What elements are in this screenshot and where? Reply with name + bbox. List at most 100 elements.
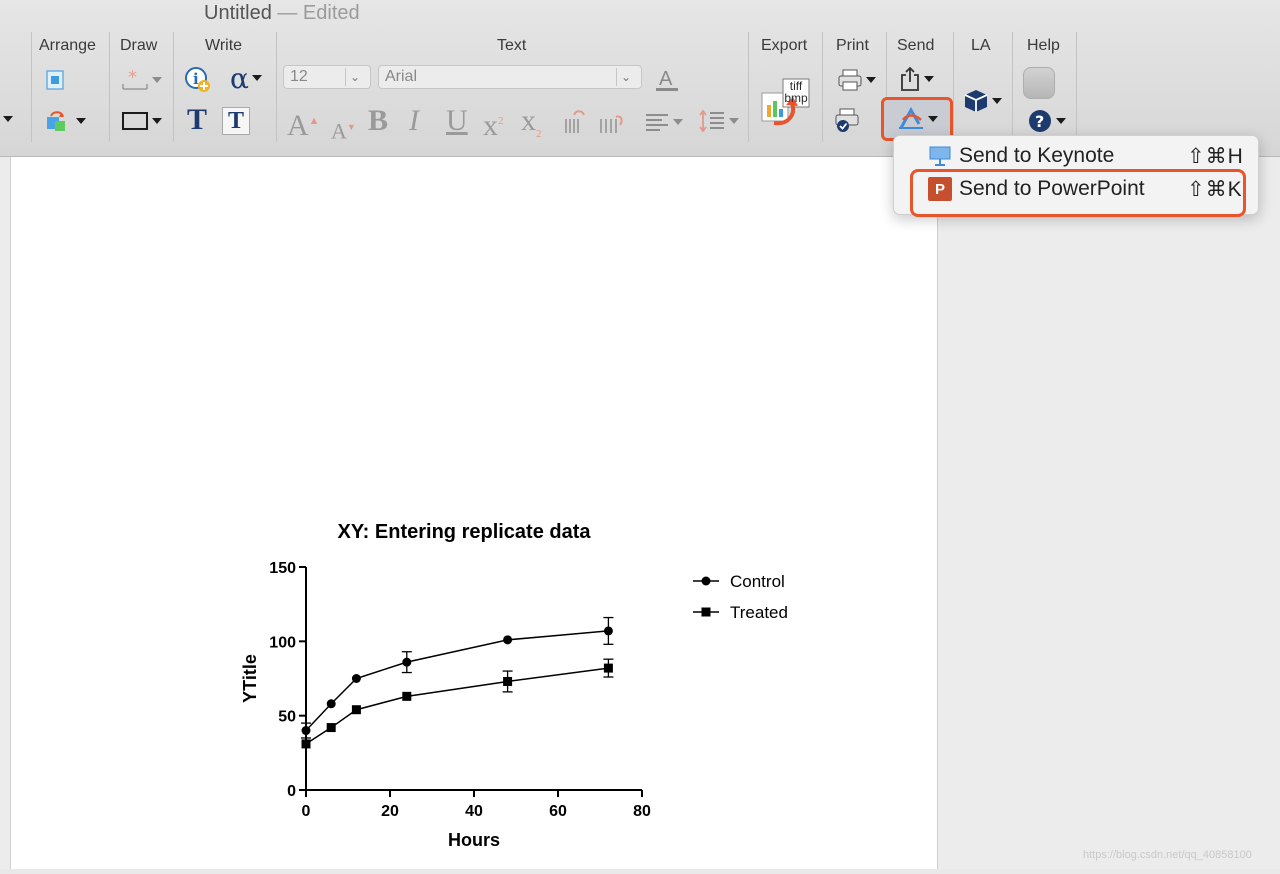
align-button[interactable] — [639, 110, 687, 134]
data-point-treated — [351, 705, 361, 715]
italic-button[interactable]: I — [409, 104, 419, 138]
divider — [276, 32, 277, 142]
data-point-control — [603, 626, 613, 636]
share-button[interactable] — [894, 64, 938, 94]
subscript-icon: x — [521, 104, 536, 137]
font-bigger-button[interactable]: A▲ — [287, 104, 320, 143]
watermark-text: https://blog.csdn.net/qq_40858100 — [1083, 849, 1252, 861]
print-button[interactable] — [833, 66, 879, 94]
data-point-treated — [503, 676, 513, 686]
spacing-narrow-icon[interactable] — [561, 108, 589, 136]
superscript-mark: 2 — [498, 115, 504, 127]
svg-text:*: * — [128, 67, 137, 88]
arrange-object-icon[interactable] — [43, 68, 67, 92]
font-bigger-icon: A — [287, 109, 309, 142]
alpha-symbol-icon: α — [230, 61, 249, 95]
divider — [173, 32, 174, 142]
help-question-icon: ? — [1028, 110, 1051, 132]
keynote-icon — [929, 146, 951, 166]
draw-symbol-button[interactable]: * — [118, 66, 164, 94]
y-axis-label: YTitle — [240, 654, 260, 703]
group-label-draw: Draw — [120, 37, 158, 54]
data-point-treated — [326, 723, 336, 733]
info-constant-icon[interactable]: i — [183, 65, 213, 95]
la-button[interactable] — [959, 86, 1005, 116]
text-tool-icon: T — [186, 103, 207, 136]
data-point-control — [351, 674, 361, 683]
menu-item-label: Send to Keynote — [959, 144, 1115, 167]
spacing-wide-icon[interactable] — [597, 108, 627, 136]
bold-button[interactable]: B — [368, 104, 388, 138]
cube-icon — [964, 90, 987, 112]
send-to-app-icon — [898, 106, 923, 129]
window-title: Untitled — Edited — [204, 2, 360, 25]
divider — [953, 32, 954, 142]
y-tick-label: 150 — [269, 560, 296, 577]
edited-status: — Edited — [277, 2, 360, 24]
y-tick-label: 0 — [287, 783, 296, 800]
export-format-bmp: bmp — [784, 91, 808, 105]
line-spacing-button[interactable] — [695, 108, 741, 134]
chevron-down-icon: ⌄ — [345, 68, 364, 86]
data-point-control — [326, 699, 336, 709]
data-point-control — [402, 657, 412, 667]
text-box-button[interactable]: T — [222, 107, 250, 135]
y-tick-label: 100 — [269, 634, 296, 651]
group-label-send: Send — [897, 37, 935, 54]
underline-button[interactable]: U — [446, 104, 468, 138]
data-point-treated — [603, 663, 613, 673]
group-label-write: Write — [205, 37, 243, 54]
divider — [1012, 32, 1013, 142]
document-name: Untitled — [204, 2, 272, 24]
print-preview-icon[interactable] — [833, 106, 861, 134]
xy-chart[interactable]: XY: Entering replicate data 0 50 100 150 0 20 4… — [11, 157, 937, 869]
font-smaller-button[interactable]: A▼ — [331, 110, 356, 148]
data-point-treated — [301, 739, 311, 749]
legend-label: Treated — [730, 603, 788, 622]
font-size-select[interactable]: 12 ⌄ — [283, 65, 371, 89]
legend-label: Control — [730, 572, 785, 591]
series-line-treated — [305, 667, 609, 745]
x-axis-label: Hours — [448, 830, 500, 850]
help-button[interactable]: ? — [1023, 106, 1069, 136]
overflow-caret-icon[interactable] — [0, 116, 13, 122]
group-label-arrange: Arrange — [39, 37, 96, 54]
text-box-icon: T — [227, 107, 244, 134]
legend-marker — [701, 607, 711, 617]
text-tool-button[interactable]: T — [184, 103, 210, 136]
subscript-button[interactable]: x2 — [521, 104, 542, 151]
divider — [1076, 32, 1077, 142]
x-tick-label: 60 — [549, 803, 567, 820]
draw-shape-button[interactable] — [118, 108, 164, 134]
svg-text:?: ? — [1035, 112, 1044, 131]
series-line-control — [305, 630, 609, 732]
font-smaller-icon: A — [331, 118, 347, 144]
group-label-text: Text — [497, 37, 527, 54]
app-icon-button[interactable] — [1023, 67, 1055, 99]
superscript-icon: x — [483, 109, 498, 142]
toolbar: Untitled — Edited Arrange Draw * Write i… — [0, 0, 1280, 157]
data-point-control — [301, 726, 311, 736]
divider — [31, 32, 32, 142]
bold-icon: B — [368, 104, 389, 137]
superscript-button[interactable]: x2 — [483, 104, 504, 143]
group-label-print: Print — [836, 37, 869, 54]
divider — [748, 32, 749, 142]
menu-item-shortcut: ⇧⌘H — [1187, 145, 1244, 168]
group-label-help: Help — [1027, 37, 1060, 54]
legend-marker — [701, 576, 711, 586]
greek-letter-button[interactable]: α — [224, 61, 268, 95]
data-point-treated — [402, 691, 412, 701]
chevron-down-icon: ⌄ — [616, 68, 635, 86]
annotation-highlight-box — [910, 169, 1246, 217]
chart-title: XY: Entering replicate data — [337, 521, 591, 543]
graph-page[interactable]: XY: Entering replicate data 0 50 100 150 0 20 4… — [10, 157, 938, 869]
font-name-select[interactable]: Arial ⌄ — [378, 65, 642, 89]
arrange-order-button[interactable] — [41, 108, 89, 134]
font-color-button[interactable]: A — [653, 64, 681, 94]
svg-text:A: A — [659, 68, 673, 90]
divider — [109, 32, 110, 142]
x-tick-label: 0 — [302, 803, 311, 820]
y-tick-label: 50 — [278, 709, 296, 726]
x-tick-label: 40 — [465, 803, 483, 820]
